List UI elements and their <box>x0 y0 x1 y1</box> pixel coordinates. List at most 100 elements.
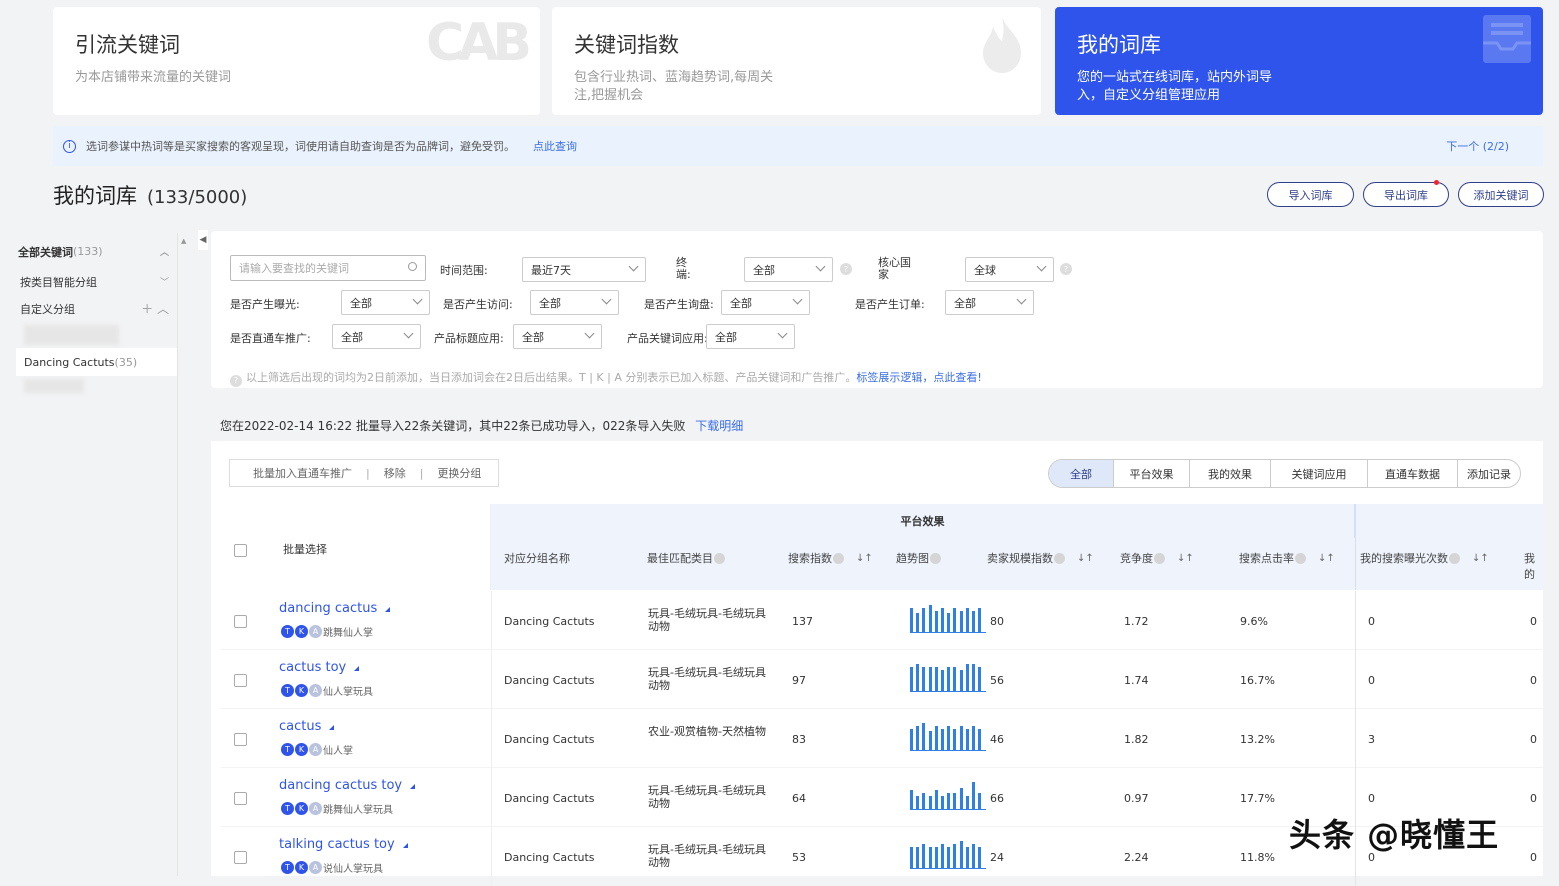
sidebar-item-group[interactable]: Dancing Cactuts (35) <box>16 348 177 376</box>
divider <box>491 650 492 709</box>
trend-bar <box>972 782 975 810</box>
terminal-select[interactable]: 全部 <box>744 257 833 282</box>
collapse-icon[interactable]: ◀ <box>198 230 208 250</box>
cell-search-index: 83 <box>792 733 806 746</box>
blurred-group[interactable] <box>24 325 119 345</box>
trend-chart[interactable] <box>910 605 986 633</box>
time-select[interactable]: 最近7天 <box>522 257 646 282</box>
col-my-more: 我的 <box>1524 550 1543 582</box>
cell-ctr: 11.8% <box>1240 851 1275 864</box>
notice-link[interactable]: 点此查询 <box>533 138 577 154</box>
row-checkbox[interactable] <box>234 792 247 805</box>
visit-label: 是否产生访问: <box>443 298 513 311</box>
filter-note: ? 以上筛选后出现的词均为2日前添加，当日添加词会在2日后出结果。T | K | … <box>230 369 982 387</box>
sidebar-item-all[interactable]: 全部关键词 (133) ︿ <box>12 238 177 265</box>
tab-keyword-app[interactable]: 关键词应用 <box>1271 460 1368 487</box>
import-library-button[interactable]: 导入词库 <box>1267 182 1354 207</box>
sidebar-item-custom[interactable]: 自定义分组 ＋ ︿ <box>12 295 177 322</box>
help-icon[interactable]: ? <box>1060 263 1072 275</box>
visit-select[interactable]: 全部 <box>530 290 619 315</box>
help-icon[interactable] <box>1449 552 1460 564</box>
sidebar-item-smart[interactable]: 按类目智能分组 ﹀ <box>12 268 177 295</box>
keyword-link[interactable]: cactus toy <box>279 660 360 675</box>
notice-next-link[interactable]: 下一个 (2/2) <box>1446 138 1509 154</box>
sidebar-item-label: 按类目智能分组 <box>20 275 97 289</box>
tab-all[interactable]: 全部 <box>1049 460 1114 487</box>
add-chevron-icon[interactable]: ＋ ︿ <box>141 300 169 317</box>
terminal-label: 终端: <box>676 256 691 281</box>
chevron-down-icon <box>1036 261 1047 272</box>
help-icon[interactable] <box>1295 552 1306 564</box>
row-checkbox[interactable] <box>234 733 247 746</box>
select-value: 全部 <box>341 330 363 344</box>
cell-seller-index: 80 <box>990 615 1004 628</box>
trend-bar <box>934 610 938 633</box>
tab-records[interactable]: 添加记录 <box>1458 460 1520 487</box>
select-all-checkbox[interactable] <box>234 544 247 557</box>
divider <box>491 591 492 650</box>
trend-chart[interactable] <box>910 782 986 810</box>
cell-competition: 0.97 <box>1124 792 1149 805</box>
tab-mine[interactable]: 我的效果 <box>1190 460 1271 487</box>
trend-bar <box>916 664 920 692</box>
inquiry-select[interactable]: 全部 <box>721 290 810 315</box>
help-icon[interactable] <box>833 552 844 564</box>
export-library-button[interactable]: 导出词库 <box>1363 180 1449 207</box>
row-checkbox[interactable] <box>234 674 247 687</box>
keyword-link[interactable]: dancing cactus toy <box>279 778 416 793</box>
prodkw-select[interactable]: 全部 <box>706 324 795 349</box>
keyword-link[interactable]: dancing cactus <box>279 601 391 616</box>
p4p-select[interactable]: 全部 <box>332 324 421 349</box>
col-label: 搜索指数 <box>788 552 832 565</box>
batch-remove-button[interactable]: 移除 <box>384 465 406 481</box>
sort-icon[interactable]: ↓↑ <box>1318 553 1335 564</box>
badge-k-icon: K <box>295 802 308 815</box>
card-keyword-index[interactable]: 关键词指数 包含行业热词、蓝海趋势词,每周关注,把握机会 <box>552 7 1041 115</box>
keyword-link[interactable]: talking cactus toy <box>279 837 408 852</box>
add-keyword-button[interactable]: 添加关键词 <box>1458 182 1544 207</box>
tab-p4p[interactable]: 直通车数据 <box>1368 460 1458 487</box>
cell-my-exposure: 0 <box>1368 615 1375 628</box>
sort-icon[interactable]: ↓↑ <box>1077 553 1094 564</box>
help-icon[interactable]: ? <box>840 263 852 275</box>
trend-chart[interactable] <box>910 841 986 869</box>
import-text: 您在2022-02-14 16:22 批量导入22条关键词，其中22条已成功导入… <box>220 419 686 433</box>
chevron-down-icon <box>601 294 612 305</box>
search-icon[interactable] <box>408 262 417 271</box>
batch-p4p-button[interactable]: 批量加入直通车推广 <box>253 465 352 481</box>
cell-competition: 2.24 <box>1124 851 1149 864</box>
keyword-text: dancing cactus <box>279 601 378 616</box>
help-icon[interactable] <box>714 552 725 564</box>
keyword-link[interactable]: cactus <box>279 719 335 734</box>
exposure-select[interactable]: 全部 <box>341 290 430 315</box>
filter-note-link[interactable]: 标签展示逻辑，点此查看! <box>856 371 981 384</box>
help-icon[interactable] <box>1154 552 1165 564</box>
sidebar-item-label: 全部关键词 <box>18 245 73 259</box>
row-checkbox[interactable] <box>234 615 247 628</box>
order-select[interactable]: 全部 <box>945 290 1034 315</box>
sort-icon[interactable]: ↓↑ <box>856 553 873 564</box>
sort-icon[interactable]: ↓↑ <box>1177 553 1194 564</box>
country-select[interactable]: 全球 <box>965 257 1054 282</box>
blurred-group[interactable] <box>24 379 84 393</box>
title-app-select[interactable]: 全部 <box>513 324 602 349</box>
batch-change-group-button[interactable]: 更换分组 <box>437 465 481 481</box>
chevron-down-icon[interactable]: ﹀ <box>160 275 169 288</box>
chevron-up-icon[interactable]: ︿ <box>160 245 169 258</box>
trend-chart[interactable] <box>910 664 986 692</box>
sidebar-scrollbar[interactable]: ▲ <box>177 233 191 876</box>
sort-icon[interactable]: ↓↑ <box>1472 553 1489 564</box>
card-traffic-keywords[interactable]: 引流关键词 为本店铺带来流量的关键词 CAB <box>53 7 540 115</box>
search-input[interactable]: 请输入要查找的关键词 <box>230 255 426 281</box>
tab-platform[interactable]: 平台效果 <box>1114 460 1190 487</box>
trend-chart[interactable] <box>910 723 986 751</box>
card-my-library[interactable]: 我的词库 您的一站式在线词库，站内外词导入，自定义分组管理应用 <box>1055 7 1543 115</box>
help-icon[interactable] <box>930 552 941 564</box>
table-row: cactus T K A 仙人掌 Dancing Cactuts 农业-观赏植物… <box>221 709 1543 768</box>
trend-bar <box>916 725 920 751</box>
download-detail-link[interactable]: 下载明细 <box>695 419 743 433</box>
help-icon: ? <box>230 374 242 387</box>
keyword-text: talking cactus toy <box>279 837 395 852</box>
row-checkbox[interactable] <box>234 851 247 864</box>
help-icon[interactable] <box>1054 552 1065 564</box>
